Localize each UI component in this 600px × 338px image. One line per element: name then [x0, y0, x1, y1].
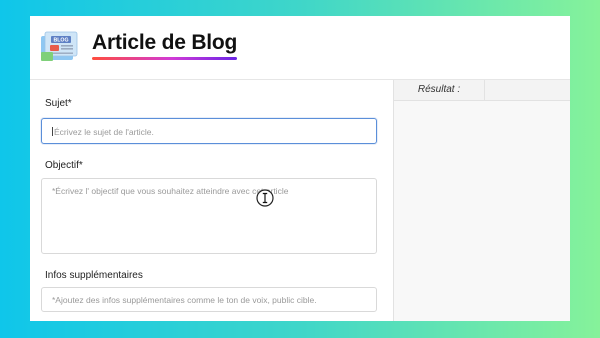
header: BLOG Article de Blog: [30, 16, 570, 80]
result-tab-bar: Résultat :: [394, 80, 570, 101]
text-caret: [52, 127, 53, 136]
subject-label: Sujet*: [45, 98, 72, 109]
blog-logo-icon: BLOG: [41, 31, 78, 61]
page-title: Article de Blog: [92, 31, 238, 54]
title-underline: [92, 57, 237, 60]
subject-placeholder: Écrivez le sujet de l'article.: [54, 127, 154, 137]
objective-label: Objectif*: [45, 160, 83, 171]
extra-label: Infos supplémentaires: [45, 270, 143, 281]
subject-input[interactable]: Écrivez le sujet de l'article.: [41, 118, 377, 144]
objective-placeholder: *Écrivez l' objectif que vous souhaitez …: [52, 186, 289, 196]
logo-text: BLOG: [54, 38, 69, 44]
extra-placeholder: *Ajoutez des infos supplémentaires comme…: [52, 295, 317, 305]
extra-info-input[interactable]: *Ajoutez des infos supplémentaires comme…: [41, 287, 377, 312]
result-pane: Résultat :: [393, 80, 570, 321]
objective-textarea[interactable]: *Écrivez l' objectif que vous souhaitez …: [41, 178, 377, 254]
tab-result[interactable]: Résultat :: [394, 80, 485, 100]
text-cursor-icon: [256, 189, 274, 207]
form-pane: Sujet* Écrivez le sujet de l'article. Ob…: [30, 80, 393, 321]
app-window: BLOG Article de Blog Sujet* Écrivez le s…: [30, 16, 570, 321]
